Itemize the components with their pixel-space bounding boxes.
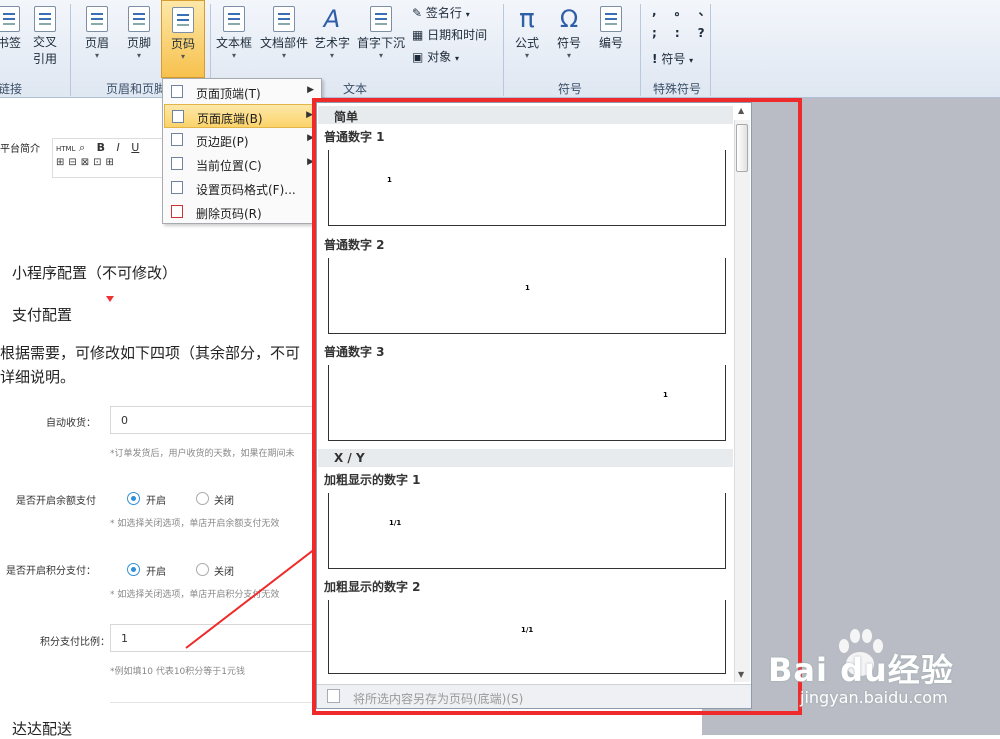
divider — [640, 4, 641, 96]
chevron-down-icon: ▾ — [94, 51, 99, 60]
chevron-down-icon: ▾ — [689, 56, 694, 65]
textbox-icon — [223, 6, 245, 32]
object-button[interactable]: ▣ 对象 ▾ — [412, 48, 459, 65]
platform-intro-label: 平台简介 — [0, 144, 40, 155]
number-button[interactable]: 编号 — [592, 2, 630, 51]
chevron-right-icon: ▶ — [307, 85, 314, 95]
chevron-down-icon: ▾ — [329, 51, 334, 60]
menu-item-remove-page-numbers[interactable]: 删除页码(R) — [164, 200, 320, 224]
divider — [710, 4, 711, 96]
footer-button[interactable]: 页脚 ▾ — [120, 2, 158, 60]
page-number-menu: 页面顶端(T) ▶ 页面底端(B) ▶ 页边距(P) ▶ 当前位置(C) ▶ 设置页码格… — [162, 78, 322, 224]
header-button[interactable]: 页眉 ▾ — [78, 2, 116, 60]
points-on-radio[interactable] — [127, 563, 140, 576]
instruction-text-2: 详细说明。 — [0, 368, 76, 386]
menu-item-bottom-of-page[interactable]: 页面底端(B) ▶ — [164, 104, 320, 128]
equation-button[interactable]: π 公式 ▾ — [508, 2, 546, 60]
omega-icon: Ω — [559, 5, 579, 33]
docparts-button[interactable]: 文档部件 ▾ — [256, 2, 312, 60]
italic-icon[interactable]: I — [117, 141, 120, 154]
page-number-icon — [172, 7, 194, 33]
editor-toolbar[interactable]: HTML ⌕ B I U ⊞⊟⊠⊡⊞ — [52, 138, 164, 178]
auto-receive-label: 自动收货： — [46, 418, 96, 429]
number-icon — [600, 6, 622, 32]
chevron-down-icon: ▾ — [566, 51, 571, 60]
textbox-button[interactable]: 文本框 ▾ — [212, 2, 256, 60]
points-on-label[interactable]: 开启 — [146, 563, 166, 578]
menu-item-page-margins[interactable]: 页边距(P) ▶ — [164, 128, 320, 152]
group-links-label: 链接 — [0, 82, 22, 96]
chevron-down-icon: ▾ — [231, 51, 236, 60]
chevron-down-icon: ▾ — [180, 52, 185, 61]
symbol-button[interactable]: Ω 符号 ▾ — [550, 2, 588, 60]
chevron-down-icon: ▾ — [378, 51, 383, 60]
group-special-label: 特殊符号 — [652, 82, 701, 96]
balance-on-label[interactable]: 开启 — [146, 492, 166, 507]
special-symbol-button[interactable]: ! 符号 ▾ — [652, 50, 693, 67]
points-ratio-label: 积分支付比例： — [40, 637, 110, 648]
object-icon: ▣ — [412, 50, 428, 64]
current-position-icon — [171, 157, 183, 170]
bold-icon[interactable]: B — [97, 141, 105, 154]
wordart-button[interactable]: A 艺术字 ▾ — [310, 2, 354, 60]
divider — [110, 702, 316, 703]
page-margin-icon — [171, 133, 183, 146]
divider — [503, 4, 504, 96]
menu-item-top-of-page[interactable]: 页面顶端(T) ▶ — [164, 80, 320, 104]
wordart-icon: A — [323, 5, 341, 33]
table-tools-icons[interactable]: ⊞⊟⊠⊡⊞ — [56, 157, 160, 168]
bookmark-icon — [0, 6, 20, 32]
page-number-button[interactable]: 页码 ▾ — [161, 0, 205, 78]
chevron-down-icon: ▾ — [281, 51, 286, 60]
chevron-down-icon: ▾ — [455, 54, 460, 63]
chevron-down-icon: ▾ — [136, 51, 141, 60]
signature-icon: ✎ — [412, 6, 426, 20]
highlight-box — [312, 98, 802, 715]
html-icon[interactable]: HTML — [56, 145, 75, 153]
zoom-icon[interactable]: ⌕ — [79, 141, 85, 154]
baidu-url-text: jingyan.baidu.com — [800, 688, 948, 707]
pi-icon: π — [519, 4, 535, 34]
balance-on-radio[interactable] — [127, 492, 140, 505]
remove-icon — [171, 205, 183, 218]
divider — [70, 4, 71, 96]
ribbon: 书签 交叉 引用 链接 页眉 ▾ 页脚 ▾ 页码 ▾ 页眉和页脚 文本框 ▾ 文档部件 ▾… — [0, 0, 1000, 98]
chevron-down-icon: ▾ — [524, 51, 529, 60]
red-marker-icon — [106, 296, 114, 302]
chevron-down-icon: ▾ — [465, 10, 470, 19]
group-symbols-label: 符号 — [557, 82, 582, 96]
page-top-icon — [171, 85, 183, 98]
balance-pay-label: 是否开启余额支付 — [16, 496, 96, 507]
crossref-icon — [34, 6, 56, 32]
dada-heading: 达达配送 — [12, 720, 73, 738]
menu-item-current-position[interactable]: 当前位置(C) ▶ — [164, 152, 320, 176]
points-ratio-hint: *例如填10 代表10积分等于1元钱 — [110, 667, 245, 677]
format-icon — [171, 181, 183, 194]
payment-heading: 支付配置 — [12, 306, 73, 324]
datetime-button[interactable]: ▦ 日期和时间 — [412, 26, 487, 43]
bookmark-button[interactable]: 书签 — [0, 2, 24, 51]
calendar-icon: ▦ — [412, 28, 428, 42]
signature-line-button[interactable]: ✎ 签名行 ▾ — [412, 4, 470, 21]
crossref-button[interactable]: 交叉 引用 — [28, 2, 62, 68]
group-text-label: 文本 — [342, 82, 367, 96]
docparts-icon — [273, 6, 295, 32]
baidu-brand-text: Bai du经验 — [768, 651, 954, 689]
punct-row-2[interactable]: ;:? — [652, 26, 723, 40]
instruction-text-1: 根据需要，可修改如下四项（其余部分，不可 — [0, 344, 301, 362]
header-icon — [86, 6, 108, 32]
mini-program-heading: 小程序配置（不可修改） — [12, 264, 178, 282]
footer-icon — [128, 6, 150, 32]
dropcap-icon — [370, 6, 392, 32]
menu-item-format-page-numbers[interactable]: 设置页码格式(F)... — [164, 176, 320, 200]
dropcap-button[interactable]: 首字下沉 ▾ — [353, 2, 409, 60]
underline-icon[interactable]: U — [131, 141, 139, 154]
points-pay-label: 是否开启积分支付： — [6, 566, 96, 577]
punct-row-1[interactable]: ,。、 — [652, 2, 729, 19]
page-bottom-icon — [172, 110, 184, 123]
